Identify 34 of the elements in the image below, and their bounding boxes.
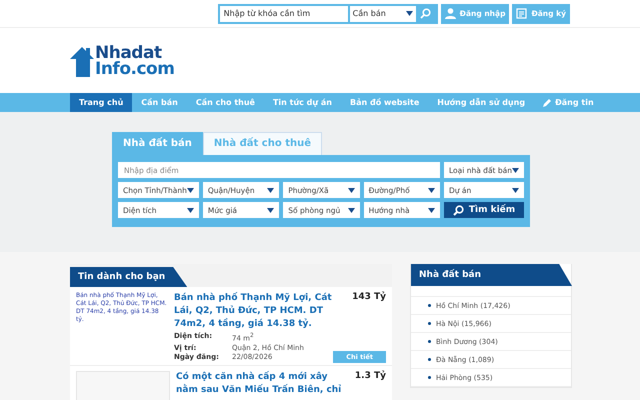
user-icon (444, 8, 456, 19)
listing-price: 1.3 Tỷ (354, 370, 386, 383)
listing-title-link[interactable]: Bán nhà phố Thạnh Mỹ Lợi, Cát Lái, Q2, Thủ Đức, TP HCM. DT 74m2, 4 tầng, giá 14.38 tỷ. (174, 292, 342, 331)
caret-icon (428, 188, 435, 192)
bullet-icon (428, 358, 431, 361)
search-button[interactable] (416, 6, 436, 22)
form-icon (516, 8, 528, 19)
caret-icon (267, 208, 274, 212)
category-dropdown[interactable]: Cần bán (348, 6, 416, 22)
caret-icon (348, 188, 355, 192)
caret-icon (186, 188, 194, 192)
search-field[interactable]: Nhập từ khóa cần tìm Cần bán (218, 4, 438, 24)
search-button[interactable]: Tìm kiếm (444, 202, 524, 218)
search-icon (452, 204, 464, 216)
house-icon (70, 44, 94, 76)
caret-icon (186, 208, 194, 212)
caret-icon (428, 208, 435, 212)
pencil-icon (543, 98, 552, 107)
bullet-icon (428, 304, 431, 307)
site-logo[interactable]: Nhadat Info.com (70, 44, 174, 76)
nav-link[interactable]: Trang chủ (70, 93, 132, 112)
section-heading: Tin dành cho bạn (70, 267, 188, 287)
bullet-icon (428, 322, 431, 325)
caret-icon (406, 11, 413, 16)
caret-icon (512, 188, 519, 192)
listing-price: 143 Tỷ (352, 292, 386, 304)
bullet-icon (428, 340, 431, 343)
sidebar-heading: Nhà đất bán (411, 264, 572, 286)
caret-icon (348, 208, 355, 212)
listing-title-link[interactable]: Có một căn nhà cấp 4 mới xây nằm sau Văn Miếu Trấn Biên, chỉ (176, 370, 344, 397)
bullet-icon (428, 376, 431, 379)
caret-icon (512, 168, 519, 172)
search-icon (420, 8, 432, 19)
caret-icon (267, 188, 274, 192)
